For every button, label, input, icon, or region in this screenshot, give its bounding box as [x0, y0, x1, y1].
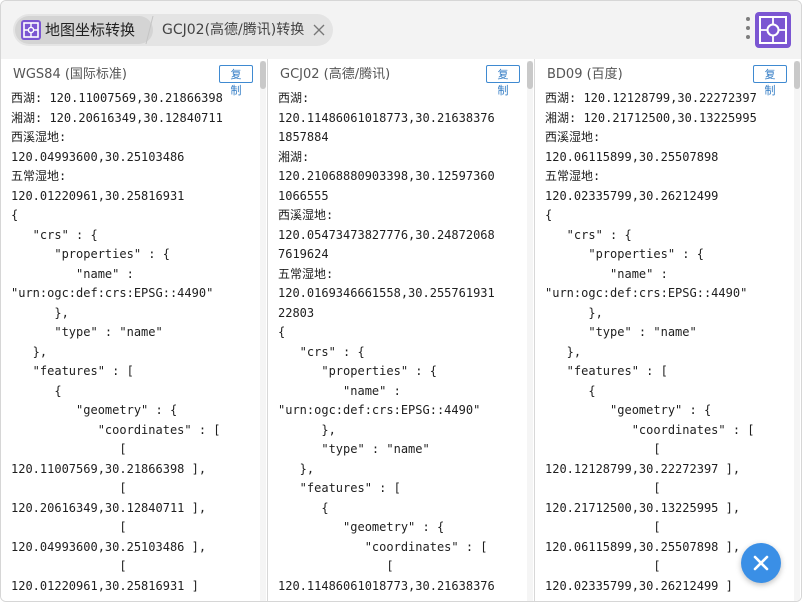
copy-button[interactable]: 复制 [219, 65, 253, 97]
tab-home-label: 地图坐标转换 [45, 21, 136, 39]
map-grid-icon [21, 20, 41, 40]
floating-close-button[interactable] [741, 543, 781, 583]
scrollbar-track[interactable] [794, 61, 800, 601]
panel-title: GCJ02 (高德/腾讯) [280, 67, 391, 82]
gcj02-output[interactable]: 西湖: 120.11486061018773,30.21638376 18578… [278, 89, 524, 596]
scrollbar-thumb[interactable] [794, 61, 800, 89]
app-logo-icon[interactable] [755, 12, 791, 48]
tab-bar: 地图坐标转换 GCJ02(高德/腾讯)转换 [1, 1, 801, 59]
panel-wgs84: WGS84 (国际标准) 复制 西湖: 120.11007569,30.2186… [1, 59, 267, 601]
bd09-output[interactable]: 西湖: 120.12128799,30.22272397 湘湖: 120.217… [545, 89, 791, 596]
wgs84-output[interactable]: 西湖: 120.11007569,30.21866398 湘湖: 120.206… [11, 89, 257, 596]
panel-gcj02: GCJ02 (高德/腾讯) 复制 西湖: 120.11486061018773,… [268, 59, 534, 601]
output-text[interactable]: 西湖: 120.12128799,30.22272397 湘湖: 120.217… [545, 89, 791, 601]
app-window: 地图坐标转换 GCJ02(高德/腾讯)转换 WGS84 (国际标准) 复制 西湖… [0, 0, 802, 602]
scrollbar-thumb[interactable] [527, 61, 533, 89]
panel-title: BD09 (百度) [547, 67, 623, 82]
output-text[interactable]: 西湖: 120.11486061018773,30.21638376 18578… [278, 89, 524, 601]
close-icon [753, 555, 769, 571]
copy-button[interactable]: 复制 [753, 65, 787, 97]
scrollbar-thumb[interactable] [260, 61, 266, 89]
more-vertical-icon[interactable] [743, 15, 753, 43]
panel-title: WGS84 (国际标准) [13, 67, 127, 82]
scrollbar-track[interactable] [260, 61, 266, 601]
copy-button[interactable]: 复制 [486, 65, 520, 97]
close-icon[interactable] [311, 22, 327, 38]
panel-bd09: BD09 (百度) 复制 西湖: 120.12128799,30.2227239… [535, 59, 801, 601]
output-text[interactable]: 西湖: 120.11007569,30.21866398 湘湖: 120.206… [11, 89, 257, 601]
scrollbar-track[interactable] [527, 61, 533, 601]
tab-gcj02-label[interactable]: GCJ02(高德/腾讯)转换 [162, 20, 304, 40]
